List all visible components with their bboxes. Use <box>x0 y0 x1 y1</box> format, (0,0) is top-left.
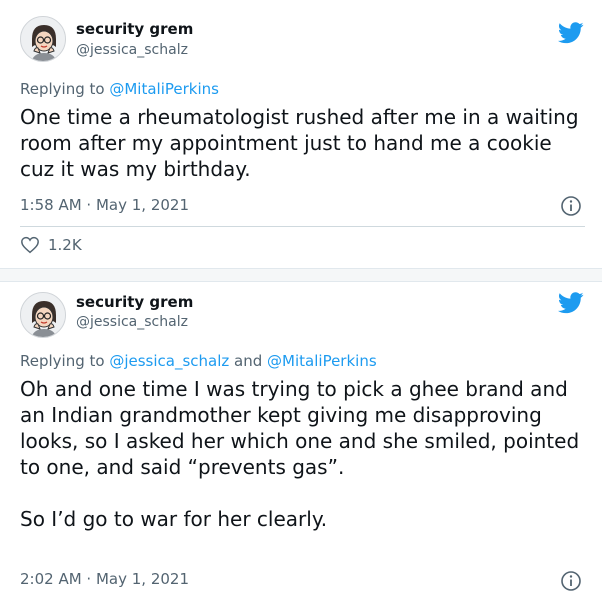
tweet-text: Oh and one time I was trying to pick a g… <box>20 377 580 531</box>
avatar[interactable] <box>20 292 66 338</box>
author-handle[interactable]: @jessica_schalz <box>76 42 188 58</box>
tweet-card-2: security grem @jessica_schalz Replying t… <box>0 282 602 600</box>
mention-link[interactable]: @jessica_schalz <box>109 352 229 370</box>
info-icon[interactable] <box>560 195 582 217</box>
tweet-separator <box>0 268 602 282</box>
author-name[interactable]: security grem <box>76 20 193 38</box>
replying-to: Replying to @MitaliPerkins <box>20 80 219 98</box>
author-name[interactable]: security grem <box>76 293 193 311</box>
replying-joiner: and <box>229 352 268 370</box>
avatar-illustration-icon <box>21 17 65 61</box>
replying-to-label: Replying to <box>20 80 110 98</box>
author-handle[interactable]: @jessica_schalz <box>76 314 188 330</box>
twitter-bird-icon[interactable] <box>558 22 584 44</box>
twitter-bird-icon[interactable] <box>558 292 584 314</box>
divider <box>20 226 585 227</box>
replying-to-label: Replying to <box>20 352 110 370</box>
info-icon[interactable] <box>560 570 582 592</box>
like-count: 1.2K <box>48 236 82 254</box>
tweet-card-1: security grem @jessica_schalz Replying t… <box>0 0 602 268</box>
like-button[interactable]: 1.2K <box>20 236 82 254</box>
heart-icon <box>21 236 39 254</box>
replying-to: Replying to @jessica_schalz and @MitaliP… <box>20 352 377 370</box>
mention-link[interactable]: @MitaliPerkins <box>109 80 219 98</box>
tweet-timestamp[interactable]: 1:58 AM · May 1, 2021 <box>20 196 189 214</box>
avatar-illustration-icon <box>21 293 65 337</box>
tweet-text: One time a rheumatologist rushed after m… <box>20 105 579 181</box>
tweet-timestamp[interactable]: 2:02 AM · May 1, 2021 <box>20 570 189 588</box>
mention-link[interactable]: @MitaliPerkins <box>267 352 377 370</box>
avatar[interactable] <box>20 16 66 62</box>
